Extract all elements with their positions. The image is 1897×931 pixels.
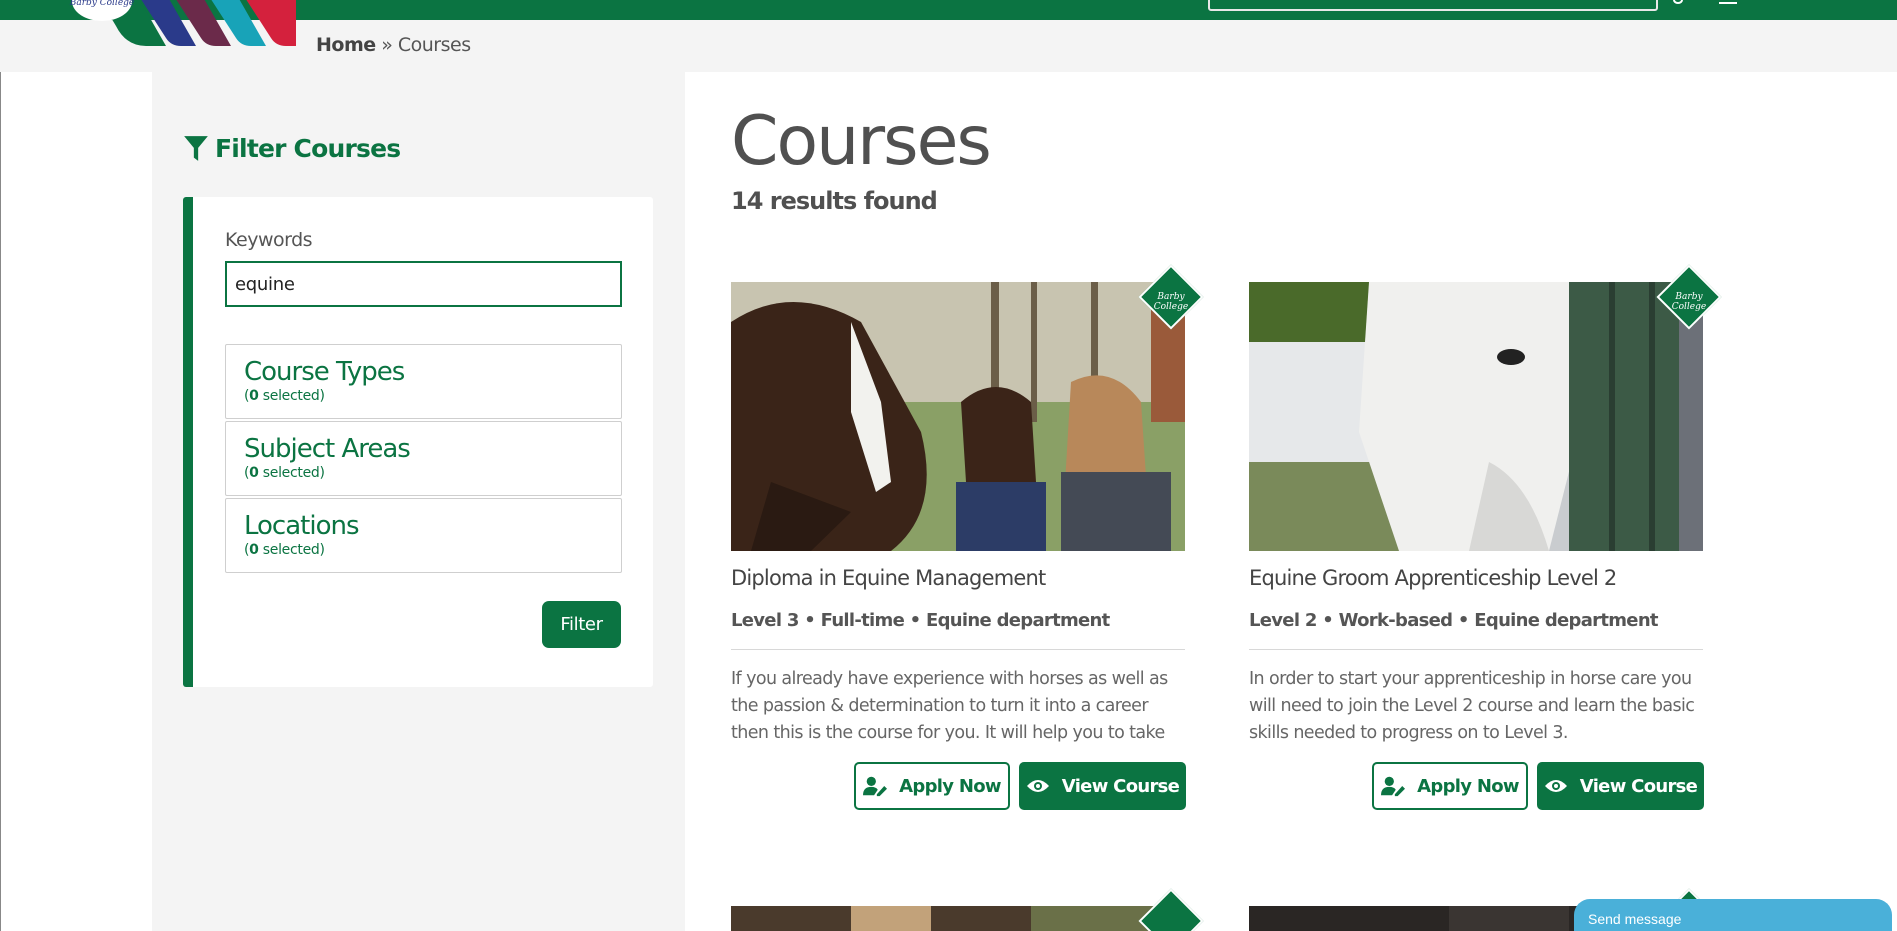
course-description: If you already have experience with hors… [731, 669, 1168, 743]
breadcrumb-separator: » [381, 34, 393, 56]
breadcrumb-home-link[interactable]: Home [316, 34, 376, 56]
divider [1249, 649, 1703, 650]
facet-selected-count: (0 selected) [244, 542, 325, 558]
view-course-button[interactable]: View Course [1537, 762, 1704, 810]
badge-label: Barby College [1153, 292, 1189, 312]
divider [731, 649, 1185, 650]
badge-label: Barby College [1671, 292, 1707, 312]
facet-selected-count: (0 selected) [244, 388, 325, 404]
keywords-input[interactable] [225, 261, 622, 307]
menu-icon[interactable] [1719, 2, 1737, 4]
course-title[interactable]: Equine Groom Apprenticeship Level 2 [1249, 566, 1617, 590]
apply-now-label: Apply Now [1417, 775, 1519, 797]
view-course-label: View Course [1061, 775, 1180, 797]
course-image-1[interactable] [731, 282, 1185, 551]
college-logo[interactable]: Barby College [46, 0, 296, 60]
course-description: In order to start your apprenticeship in… [1249, 669, 1695, 743]
facet-name: Subject Areas [244, 434, 411, 464]
facet-subject-areas[interactable]: Subject Areas (0 selected) [225, 421, 622, 496]
top-search-input[interactable] [1208, 0, 1658, 11]
course-meta: Level 3 • Full-time • Equine department [731, 610, 1110, 631]
view-course-button[interactable]: View Course [1019, 762, 1186, 810]
eye-icon [1544, 780, 1567, 792]
chat-label: Send message [1588, 911, 1682, 927]
filter-courses-heading: Filter Courses [183, 134, 401, 163]
user-edit-icon [863, 776, 888, 797]
facet-name: Course Types [244, 357, 405, 387]
breadcrumb: Home » Courses [316, 34, 471, 56]
funnel-icon [184, 135, 208, 161]
apply-now-button[interactable]: Apply Now [1372, 762, 1528, 810]
course-title[interactable]: Diploma in Equine Management [731, 566, 1046, 590]
course-meta: Level 2 • Work-based • Equine department [1249, 610, 1659, 631]
facet-course-types[interactable]: Course Types (0 selected) [225, 344, 622, 419]
facet-name: Locations [244, 511, 360, 541]
apply-now-button[interactable]: Apply Now [854, 762, 1010, 810]
keywords-label: Keywords [225, 229, 313, 251]
view-course-label: View Course [1579, 775, 1698, 797]
filter-title-text: Filter Courses [215, 134, 401, 163]
send-message-chat-button[interactable]: Send message [1574, 899, 1892, 931]
facet-locations[interactable]: Locations (0 selected) [225, 498, 622, 573]
course-image-2[interactable] [1249, 282, 1703, 551]
breadcrumb-current: Courses [397, 34, 471, 56]
results-count: 14 results found [731, 187, 938, 215]
page-title: Courses [731, 102, 992, 181]
eye-icon [1026, 780, 1049, 792]
svg-text:Barby College: Barby College [69, 0, 134, 8]
user-edit-icon [1381, 776, 1406, 797]
filter-button[interactable]: Filter [542, 601, 621, 648]
course-image-3[interactable] [731, 906, 1185, 931]
facet-selected-count: (0 selected) [244, 465, 325, 481]
page-left-gutter [0, 72, 152, 931]
apply-now-label: Apply Now [899, 775, 1001, 797]
